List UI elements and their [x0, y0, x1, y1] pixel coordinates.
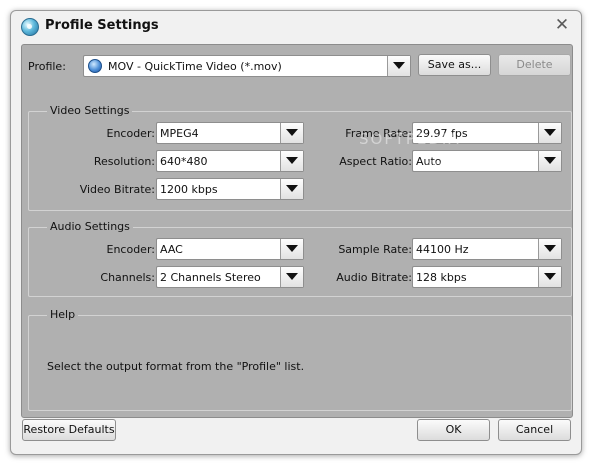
resolution-label: Resolution:: [93, 155, 155, 168]
cancel-button[interactable]: Cancel: [498, 419, 571, 441]
ok-button[interactable]: OK: [417, 419, 490, 441]
chevron-down-icon[interactable]: [538, 239, 561, 259]
chevron-down-icon[interactable]: [280, 123, 303, 143]
sample-rate-value: 44100 Hz: [416, 243, 469, 256]
quicktime-icon: [88, 59, 102, 73]
video-bitrate-label: Video Bitrate:: [79, 183, 155, 196]
help-group: Help Select the output format from the "…: [28, 308, 572, 411]
sample-rate-label: Sample Rate:: [338, 243, 412, 256]
profile-label: Profile:: [28, 60, 66, 73]
audio-encoder-value: AAC: [160, 243, 183, 256]
chevron-down-icon[interactable]: [538, 123, 561, 143]
resolution-select[interactable]: 640*480: [156, 150, 304, 172]
video-settings-legend: Video Settings: [47, 104, 133, 117]
help-legend: Help: [47, 308, 79, 321]
delete-button[interactable]: Delete: [498, 54, 571, 76]
video-bitrate-value: 1200 kbps: [160, 183, 218, 196]
profile-settings-dialog: Profile Settings ✕ Profile: MOV - QuickT…: [10, 10, 582, 455]
audio-bitrate-value: 128 kbps: [416, 271, 467, 284]
save-as-button[interactable]: Save as...: [418, 54, 491, 76]
video-settings-group: Video Settings Encoder: MPEG4 Resolution…: [28, 104, 572, 211]
channels-label: Channels:: [100, 271, 155, 284]
chevron-down-icon[interactable]: [538, 151, 561, 171]
audio-settings-legend: Audio Settings: [47, 220, 133, 233]
chevron-down-icon[interactable]: [280, 239, 303, 259]
settings-panel: Profile: MOV - QuickTime Video (*.mov) S…: [21, 44, 573, 418]
resolution-value: 640*480: [160, 155, 208, 168]
watermark-url: www.softpedia.com: [425, 158, 504, 167]
title-bar: Profile Settings ✕: [11, 11, 581, 41]
watermark-brand: SOFTPEDIA: [359, 130, 461, 148]
audio-settings-group: Audio Settings Encoder: AAC Channels: 2 …: [28, 220, 572, 297]
aspect-ratio-label: Aspect Ratio:: [339, 155, 412, 168]
audio-encoder-label: Encoder:: [106, 243, 156, 256]
chevron-down-icon[interactable]: [538, 267, 561, 287]
restore-defaults-button[interactable]: Restore Defaults: [22, 419, 116, 441]
chevron-down-icon[interactable]: [280, 151, 303, 171]
video-bitrate-select[interactable]: 1200 kbps: [156, 178, 304, 200]
app-icon: [21, 18, 39, 36]
chevron-down-icon[interactable]: [280, 179, 303, 199]
chevron-down-icon[interactable]: [387, 56, 410, 76]
audio-encoder-select[interactable]: AAC: [156, 238, 304, 260]
profile-select[interactable]: MOV - QuickTime Video (*.mov): [83, 55, 411, 77]
channels-value: 2 Channels Stereo: [160, 271, 261, 284]
channels-select[interactable]: 2 Channels Stereo: [156, 266, 304, 288]
profile-select-value: MOV - QuickTime Video (*.mov): [108, 60, 282, 73]
video-encoder-label: Encoder:: [106, 127, 156, 140]
video-encoder-value: MPEG4: [160, 127, 199, 140]
help-text: Select the output format from the "Profi…: [47, 360, 305, 373]
close-icon[interactable]: ✕: [553, 16, 571, 34]
audio-bitrate-select[interactable]: 128 kbps: [412, 266, 562, 288]
chevron-down-icon[interactable]: [280, 267, 303, 287]
window-title: Profile Settings: [45, 18, 159, 33]
sample-rate-select[interactable]: 44100 Hz: [412, 238, 562, 260]
audio-bitrate-label: Audio Bitrate:: [336, 271, 412, 284]
video-encoder-select[interactable]: MPEG4: [156, 122, 304, 144]
